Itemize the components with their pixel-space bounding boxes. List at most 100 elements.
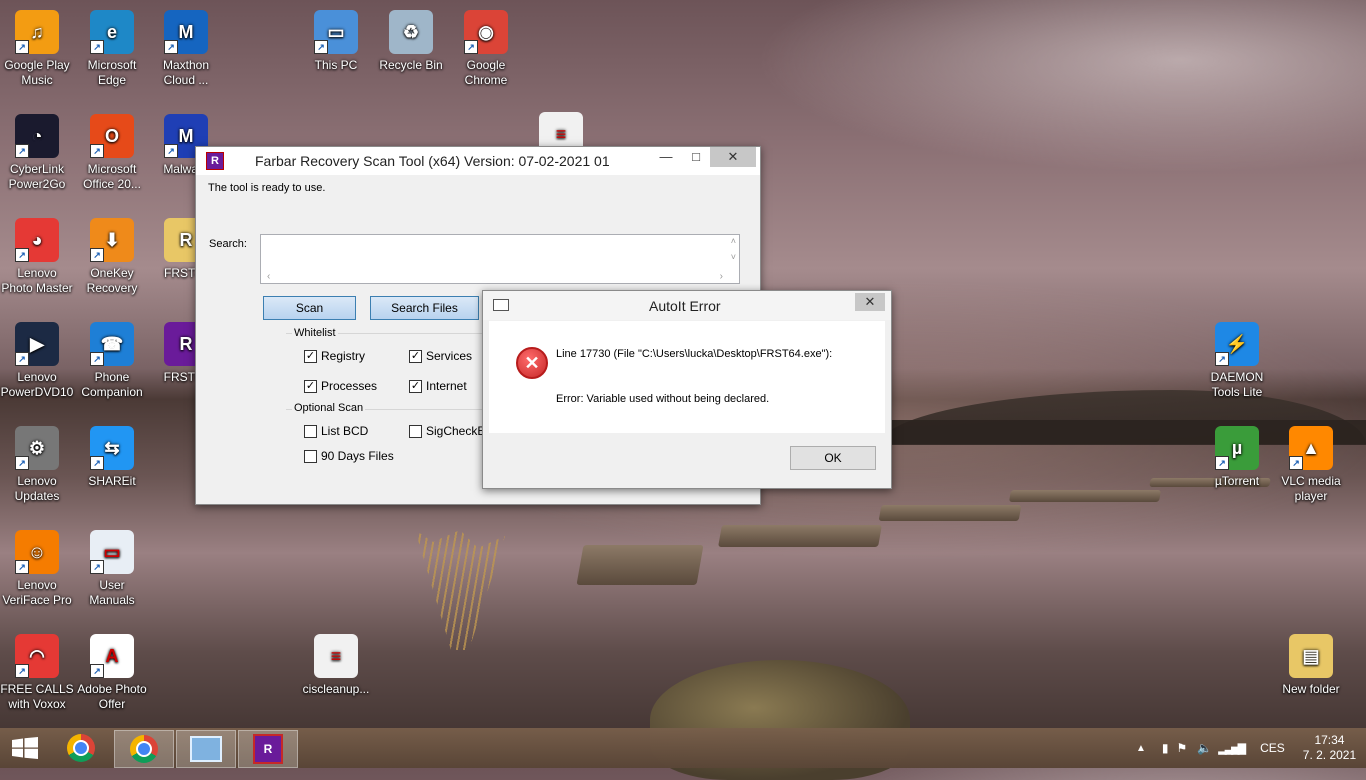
desktop-icon-recycle-bin[interactable]: ♻ Recycle Bin <box>374 10 448 73</box>
google-chrome-icon: ◉ ↗ <box>464 10 508 54</box>
shortcut-arrow-icon: ↗ <box>464 40 478 54</box>
desktop-icon-label: SHAREit <box>88 474 136 488</box>
processes-checkbox-box[interactable]: ✓ <box>304 379 317 393</box>
taskbar-chrome-pinned[interactable] <box>52 730 110 766</box>
ninety-days-checkbox-box[interactable] <box>304 449 317 463</box>
powerdvd-icon: ▶ ↗ <box>15 322 59 366</box>
desktop-icon-daemon-tools[interactable]: ⚡ ↗ DAEMON Tools Lite <box>1200 322 1274 400</box>
desktop-icon-ciscleanup[interactable]: ≡ ciscleanup... <box>299 634 373 697</box>
chrome-icon <box>67 734 95 762</box>
show-hidden-icons-icon[interactable]: ▲ <box>1136 743 1146 754</box>
frst-taskbar-icon: R <box>253 734 283 764</box>
control-panel-icon <box>190 736 222 762</box>
error-message-text: Error: Variable used without being decla… <box>556 393 770 405</box>
user-manuals-icon: ▭ ↗ <box>90 530 134 574</box>
desktop-icon-maxthon[interactable]: M ↗ Maxthon Cloud ... <box>149 10 223 88</box>
desktop-icon-label: Microsoft Edge <box>87 58 137 87</box>
language-indicator[interactable]: CES <box>1260 741 1285 755</box>
shortcut-arrow-icon: ↗ <box>164 40 178 54</box>
search-textarea[interactable]: ˄ ˅ ‹ › <box>260 234 740 284</box>
ok-button[interactable]: OK <box>790 446 876 470</box>
desktop-icon-label: Adobe Photo Offer <box>77 682 147 711</box>
desktop-icon-onekey[interactable]: ⬇ ↗ OneKey Recovery <box>75 218 149 296</box>
shortcut-arrow-icon: ↗ <box>15 352 29 366</box>
ninety-days-checkbox[interactable]: 90 Days Files <box>304 449 394 463</box>
volume-icon[interactable]: 🔈 <box>1197 741 1212 755</box>
close-button[interactable]: ✕ <box>710 147 756 167</box>
sigcheck-checkbox-box[interactable] <box>409 424 422 438</box>
dialog-close-button[interactable]: ✕ <box>855 293 885 311</box>
dialog-body <box>489 321 885 433</box>
desktop-icon-user-manuals[interactable]: ▭ ↗ User Manuals <box>75 530 149 608</box>
desktop-icon-vlc[interactable]: ▲ ↗ VLC media player <box>1274 426 1348 504</box>
taskbar-control-panel[interactable] <box>176 730 236 768</box>
shortcut-arrow-icon: ↗ <box>90 144 104 158</box>
desktop-icon-phone-companion[interactable]: ☎ ↗ Phone Companion <box>75 322 149 400</box>
sigcheck-checkbox[interactable]: SigCheckEx <box>409 424 491 438</box>
desktop-icon-label: Google Chrome <box>464 58 508 87</box>
battery-icon[interactable]: ▮ <box>1162 741 1169 755</box>
clock[interactable]: 17:34 7. 2. 2021 <box>1303 733 1356 763</box>
desktop-icon-adobe-photo[interactable]: A ↗ Adobe Photo Offer <box>75 634 149 712</box>
list-bcd-checkbox[interactable]: List BCD <box>304 424 368 438</box>
desktop-icon-free-calls[interactable]: ◠ ↗ FREE CALLS with Voxox <box>0 634 74 712</box>
desktop-icon-label: Lenovo Updates <box>14 474 60 503</box>
this-pc-icon: ▭ ↗ <box>314 10 358 54</box>
processes-checkbox[interactable]: ✓ Processes <box>304 379 377 393</box>
registry-checkbox[interactable]: ✓ Registry <box>304 349 365 363</box>
list-bcd-checkbox-box[interactable] <box>304 424 317 438</box>
desktop-icon-new-folder[interactable]: ▤ New folder <box>1274 634 1348 697</box>
desktop-icon-lenovo-photo[interactable]: ◕ ↗ Lenovo Photo Master <box>0 218 74 296</box>
autoit-titlebar[interactable]: AutoIt Error ✕ <box>483 291 891 320</box>
scroll-up-icon[interactable]: ˄ <box>731 236 736 246</box>
dialog-app-icon <box>493 299 509 311</box>
google-play-music-icon: ♫ ↗ <box>15 10 59 54</box>
desktop-icon-lenovo-updates[interactable]: ⚙ ↗ Lenovo Updates <box>0 426 74 504</box>
internet-checkbox-box[interactable]: ✓ <box>409 379 422 393</box>
desktop-icon-cyberlink[interactable]: ◔ ↗ CyberLink Power2Go <box>0 114 74 192</box>
taskbar-frst[interactable]: R <box>238 730 298 768</box>
network-signal-icon[interactable]: ▂▃▅▇ <box>1218 742 1246 755</box>
desktop-icon-microsoft-edge[interactable]: e ↗ Microsoft Edge <box>75 10 149 88</box>
scan-button[interactable]: Scan <box>263 296 356 320</box>
frst-titlebar[interactable]: R Farbar Recovery Scan Tool (x64) Versio… <box>196 147 760 175</box>
free-calls-icon: ◠ ↗ <box>15 634 59 678</box>
desktop-icon-ms-office[interactable]: O ↗ Microsoft Office 20... <box>75 114 149 192</box>
shortcut-arrow-icon: ↗ <box>90 664 104 678</box>
autoit-error-dialog[interactable]: AutoIt Error ✕ ✕ Line 17730 (File "C:\Us… <box>482 290 892 489</box>
ms-office-icon: O ↗ <box>90 114 134 158</box>
ciscleanup-icon: ≡ <box>314 634 358 678</box>
desktop-icon-google-play-music[interactable]: ♫ ↗ Google Play Music <box>0 10 74 88</box>
error-icon: ✕ <box>516 347 548 379</box>
status-text: The tool is ready to use. <box>208 182 326 194</box>
scroll-right-icon[interactable]: › <box>720 271 723 282</box>
desktop-icon-this-pc[interactable]: ▭ ↗ This PC <box>299 10 373 73</box>
shortcut-arrow-icon: ↗ <box>90 560 104 574</box>
shortcut-arrow-icon: ↗ <box>15 664 29 678</box>
search-files-button[interactable]: Search Files <box>370 296 479 320</box>
desktop-icon-lenovo-veriface[interactable]: ☺ ↗ Lenovo VeriFace Pro <box>0 530 74 608</box>
desktop-icon-label: Lenovo PowerDVD10 <box>0 370 74 399</box>
desktop-icon-shareit[interactable]: ⇆ ↗ SHAREit <box>75 426 149 489</box>
shortcut-arrow-icon: ↗ <box>1215 456 1229 470</box>
start-button[interactable] <box>0 730 50 766</box>
desktop-icon-google-chrome[interactable]: ◉ ↗ Google Chrome <box>449 10 523 88</box>
registry-checkbox-box[interactable]: ✓ <box>304 349 317 363</box>
clock-time: 17:34 <box>1314 733 1345 747</box>
desktop-icon-powerdvd[interactable]: ▶ ↗ Lenovo PowerDVD10 <box>0 322 74 400</box>
search-label: Search: <box>209 238 247 250</box>
scroll-down-icon[interactable]: ˅ <box>731 252 736 262</box>
microsoft-edge-icon: e ↗ <box>90 10 134 54</box>
pier-decor <box>878 505 1022 521</box>
shortcut-arrow-icon: ↗ <box>1289 456 1303 470</box>
desktop-icon-label: User Manuals <box>89 578 135 607</box>
services-checkbox-box[interactable]: ✓ <box>409 349 422 363</box>
flag-icon[interactable]: ⚑ <box>1177 741 1188 755</box>
scroll-left-icon[interactable]: ‹ <box>267 271 270 282</box>
services-checkbox[interactable]: ✓ Services <box>409 349 472 363</box>
desktop-icon-utorrent[interactable]: µ ↗ µTorrent <box>1200 426 1274 489</box>
cyberlink-icon: ◔ ↗ <box>15 114 59 158</box>
taskbar-chrome-running[interactable] <box>114 730 174 768</box>
shortcut-arrow-icon: ↗ <box>15 456 29 470</box>
internet-checkbox[interactable]: ✓ Internet <box>409 379 467 393</box>
